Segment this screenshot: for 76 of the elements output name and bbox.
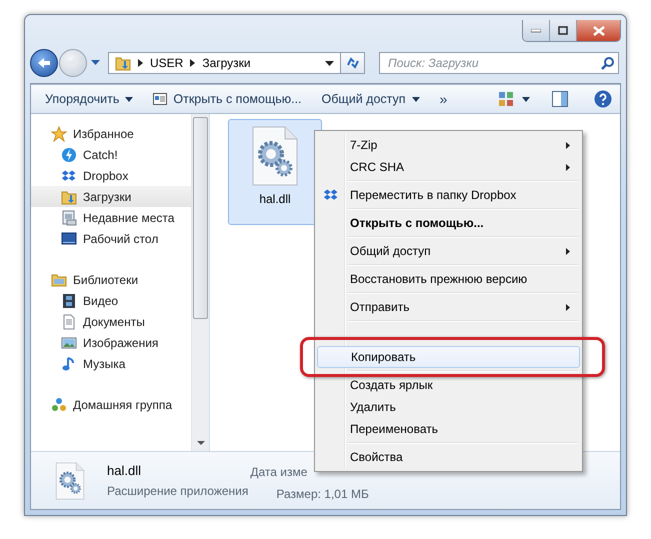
caret-icon <box>412 96 420 102</box>
dropbox-icon <box>61 168 77 184</box>
back-arrow-icon <box>37 57 51 69</box>
music-note-icon <box>61 356 77 372</box>
dropdown-arrow-icon[interactable] <box>325 60 334 66</box>
view-options-icon[interactable] <box>498 91 514 107</box>
close-icon <box>592 26 604 36</box>
refresh-icon <box>344 56 360 70</box>
breadcrumb-item[interactable]: USER <box>150 56 184 70</box>
history-dropdown-icon[interactable] <box>91 60 100 66</box>
refresh-button[interactable] <box>341 52 365 74</box>
file-item[interactable]: hal.dll <box>228 119 322 225</box>
breadcrumb-arrow-icon <box>138 59 143 67</box>
minimize-button[interactable] <box>523 20 550 41</box>
file-name: hal.dll <box>107 463 142 478</box>
library-folder-icon <box>51 272 67 288</box>
nav-item[interactable]: Изображения <box>31 332 191 353</box>
nav-item[interactable]: Рабочий стол <box>31 228 191 249</box>
nav-item[interactable]: Документы <box>31 311 191 332</box>
maximize-button[interactable] <box>550 20 577 41</box>
submenu-arrow-icon <box>566 248 570 254</box>
menu-item[interactable]: Копировать <box>317 346 580 368</box>
file-gear-icon <box>251 126 299 186</box>
breadcrumb-item[interactable]: Загрузки <box>202 56 251 70</box>
back-button[interactable] <box>30 49 58 77</box>
menu-item[interactable]: Переименовать <box>317 418 580 440</box>
folder-download-icon <box>115 55 131 71</box>
toolbar-button[interactable]: Упорядочить <box>45 92 134 106</box>
window-icon <box>153 93 168 105</box>
menu-item[interactable]: Удалить <box>317 396 580 418</box>
more-button[interactable]: » <box>440 91 448 107</box>
menu-item[interactable]: Создать ярлык <box>317 374 580 396</box>
preview-pane-icon[interactable] <box>552 91 568 107</box>
caret-icon <box>125 96 134 102</box>
address-bar[interactable]: USER Загрузки <box>108 52 341 74</box>
search-field[interactable]: Поиск: Загрузки <box>379 52 619 74</box>
minimize-icon <box>531 28 541 32</box>
film-icon <box>61 292 77 308</box>
lightning-icon <box>61 146 77 162</box>
desktop-icon <box>61 230 77 246</box>
close-button[interactable] <box>577 20 620 41</box>
document-icon <box>61 314 77 330</box>
file-gear-icon <box>55 462 85 500</box>
help-icon[interactable] <box>594 90 612 108</box>
nav-item[interactable]: Dropbox <box>31 165 191 186</box>
submenu-arrow-icon <box>566 304 570 310</box>
folder-download-icon <box>61 188 77 204</box>
nav-item[interactable]: Недавние места <box>31 207 191 228</box>
nav-item[interactable]: Видео <box>31 290 191 311</box>
recent-places-icon <box>61 210 77 226</box>
file-type: Расширение приложения <box>107 484 248 498</box>
picture-icon <box>61 334 77 350</box>
scrollbar[interactable] <box>191 114 209 451</box>
nav-item[interactable]: Домашняя группа <box>31 394 191 415</box>
search-icon <box>601 57 614 70</box>
nav-item[interactable]: Библиотеки <box>31 269 191 290</box>
caret-icon[interactable] <box>522 96 530 102</box>
date-label: Дата изме <box>250 464 308 478</box>
toolbar-button[interactable]: Общий доступ <box>322 92 420 106</box>
toolbar-button[interactable]: Открыть с помощью... <box>153 92 302 106</box>
scrollbar-thumb[interactable] <box>193 116 208 318</box>
breadcrumb-arrow-icon <box>190 59 196 67</box>
nav-item[interactable]: Catch! <box>31 144 191 165</box>
submenu-arrow-icon <box>566 142 570 148</box>
star-icon <box>51 126 67 142</box>
menu-item[interactable]: Отправить <box>317 296 580 318</box>
submenu-arrow-icon <box>566 164 570 170</box>
nav-item[interactable]: Избранное <box>31 123 191 144</box>
file-size: Размер: 1,01 МБ <box>276 486 369 500</box>
nav-item[interactable]: Музыка <box>31 353 191 374</box>
nav-item[interactable]: Загрузки <box>31 186 191 207</box>
menu-item[interactable]: Восстановить прежнюю версию <box>317 268 580 290</box>
menu-item[interactable]: Свойства <box>317 446 580 468</box>
maximize-icon <box>558 26 568 35</box>
homegroup-icon <box>51 396 67 412</box>
menu-item[interactable]: Общий доступ <box>317 240 580 262</box>
